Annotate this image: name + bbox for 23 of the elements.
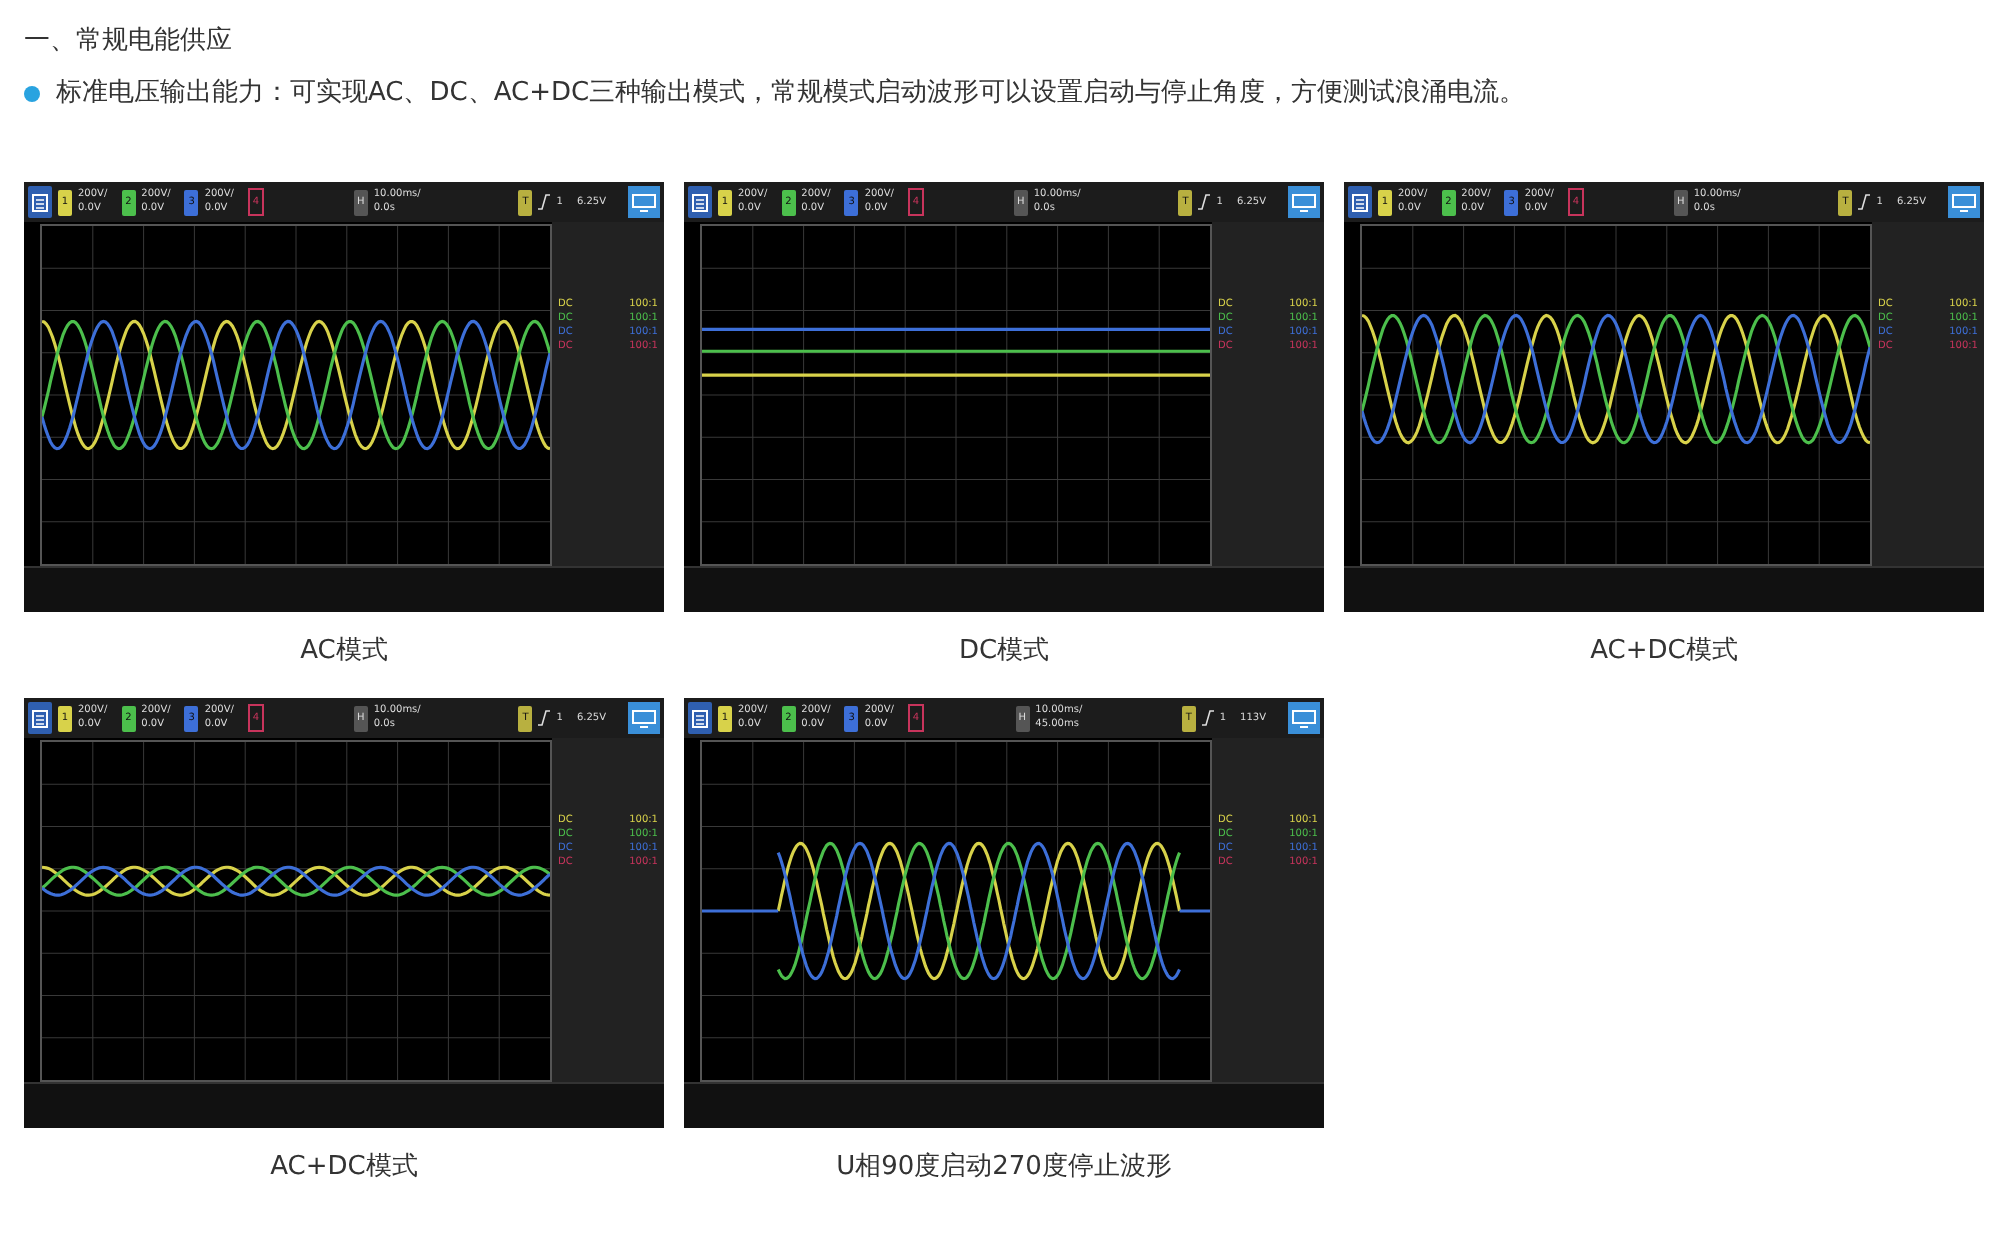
display-icon[interactable] (1948, 186, 1981, 218)
menu-icon[interactable] (28, 186, 52, 218)
menu-icon[interactable] (1348, 186, 1372, 218)
rising-edge-icon (1201, 710, 1214, 726)
rising-edge-icon (1198, 194, 1211, 210)
rising-edge-icon (538, 710, 551, 726)
figure-caption: AC+DC模式 (1590, 636, 1738, 668)
menu-icon[interactable] (688, 702, 712, 734)
display-icon[interactable] (628, 702, 661, 734)
bullet-text: 标准电压输出能力：可实现AC、DC、AC+DC三种输出模式，常规模式启动波形可以设置启动与停止角度，方便测试浪涌电流。 (56, 76, 1526, 112)
bullet-dot-icon (24, 86, 40, 102)
menu-icon[interactable] (28, 702, 52, 734)
figure-caption: DC模式 (958, 636, 1050, 668)
section-heading: 一、常规电能供应 (24, 24, 234, 60)
figure-caption: U相90度启动270度停止波形 (836, 1152, 1172, 1184)
figure-caption: AC+DC模式 (270, 1152, 418, 1184)
figure-caption: AC模式 (300, 636, 388, 668)
display-icon[interactable] (628, 186, 661, 218)
rising-edge-icon (1858, 194, 1871, 210)
menu-icon[interactable] (688, 186, 712, 218)
display-icon[interactable] (1288, 186, 1321, 218)
display-icon[interactable] (1288, 702, 1321, 734)
rising-edge-icon (538, 194, 551, 210)
